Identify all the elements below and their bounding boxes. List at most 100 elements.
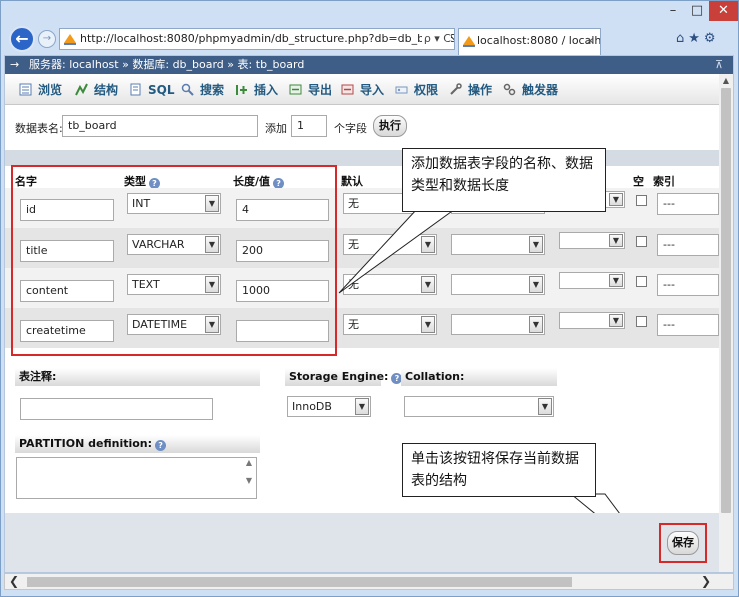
field-attributes-select[interactable]: ▼ [559,312,625,329]
breadcrumb-server[interactable]: localhost [69,58,118,71]
scroll-left-icon[interactable]: ❮ [9,574,19,589]
insert-icon [236,85,247,95]
field-collation-select[interactable]: ▼ [451,234,545,255]
menu-triggers[interactable]: 触发器 [503,82,558,98]
title-bar: – □ ✕ [1,1,738,23]
scroll-up-icon[interactable]: ▲ [719,74,733,88]
scroll-right-icon[interactable]: ❯ [701,574,711,589]
col-header-index: 索引 [653,175,675,188]
callout-pointer [338,208,457,294]
partition-label: PARTITION definition: [19,437,153,450]
tab-title: localhost:8080 / localhos... [477,34,601,47]
structure-icon [75,83,88,96]
tab-favicon [463,36,475,47]
vertical-scroll-thumb[interactable] [721,88,731,513]
menu-sql[interactable]: SQL [129,82,175,98]
breadcrumb: → 服务器: localhost » 数据库: db_board » 表: tb… [5,56,733,74]
save-button[interactable]: 保存 [667,531,699,555]
field-index-select[interactable]: --- [657,234,719,256]
chevron-down-icon: ▼ [529,316,543,333]
col-header-default: 默认 [341,175,363,188]
navigation-bar: ← → http://localhost:8080/phpmyadmin/db_… [1,23,738,55]
fields-unit-label: 个字段 [334,122,367,135]
table-comment-header: 表注释: [15,368,260,386]
close-window-button[interactable]: ✕ [709,1,738,21]
table-comment-input[interactable] [20,398,213,420]
menu-operations-label: 操作 [468,83,493,97]
field-index-select[interactable]: --- [657,193,719,215]
table-collation-select[interactable]: ▼ [404,396,554,417]
operations-icon [450,83,462,95]
home-favorites-settings-icons[interactable]: ⌂★⚙ [676,31,720,46]
url-text: http://localhost:8080/phpmyadmin/db_stru… [80,32,454,45]
address-bar[interactable]: http://localhost:8080/phpmyadmin/db_stru… [59,28,455,50]
create-table-form: 数据表名: tb_board 添加 1 个字段 执行 名字 类型? 长度/值? … [5,105,719,572]
menu-operations[interactable]: 操作 [449,82,492,98]
field-attributes-select[interactable]: ▼ [559,272,625,289]
menu-privileges-label: 权限 [414,83,439,97]
horizontal-scroll-thumb[interactable] [27,577,572,587]
form-footer [5,513,719,572]
chevron-down-icon: ▼ [609,234,623,247]
breadcrumb-table[interactable]: tb_board [256,58,305,71]
chevron-down-icon: ▼ [529,276,543,293]
menu-insert[interactable]: 插入 [235,82,278,98]
db-label: 数据库: [132,58,170,71]
server-label: 服务器: [29,58,66,71]
table-name-label: 数据表名: [15,122,63,135]
storage-engine-select[interactable]: InnoDB ▼ [287,396,371,417]
partition-definition-textarea[interactable]: ▲ ▼ [16,457,257,499]
field-index-select[interactable]: --- [657,274,719,296]
breadcrumb-db[interactable]: db_board [173,58,224,71]
field-collation-select[interactable]: ▼ [451,314,545,335]
horizontal-scrollbar[interactable]: ❮ ❯ [4,573,734,590]
breadcrumb-arrow-icon: → [10,58,20,71]
storage-engine-header: Storage Engine:? [285,368,403,386]
table-menu-bar: 浏览 结构 SQL 搜索 插入 导出 导入 权限 操作 触发器 [5,74,733,105]
menu-structure[interactable]: 结构 [75,82,118,98]
privileges-icon [395,86,408,94]
field-collation-select[interactable]: ▼ [451,274,545,295]
menu-structure-label: 结构 [94,83,119,97]
menu-import[interactable]: 导入 [341,82,384,98]
maximize-button[interactable]: □ [685,1,709,21]
partition-header: PARTITION definition:? [15,435,260,453]
breadcrumb-sep: » [122,58,129,71]
field-attributes-select[interactable]: ▼ [559,232,625,249]
field-null-checkbox[interactable] [636,195,647,206]
help-icon[interactable]: ? [155,440,167,451]
chevron-down-icon: ▼ [609,193,623,206]
browser-tab[interactable]: localhost:8080 / localhos... × [458,28,601,55]
field-default-select[interactable]: 无▼ [343,314,437,335]
address-bar-tools[interactable]: ρ ▾ C [421,29,451,49]
menu-export-label: 导出 [308,83,333,97]
chevron-down-icon: ▼ [609,274,623,287]
chevron-down-icon: ▼ [355,398,369,415]
field-null-checkbox[interactable] [636,276,647,287]
add-field-count-input[interactable]: 1 [291,115,327,137]
menu-privileges[interactable]: 权限 [395,82,438,98]
chevron-down-icon: ▼ [538,398,552,415]
collapse-icon[interactable]: ⊼ [715,56,723,74]
vertical-scrollbar[interactable]: ▲ [719,74,733,572]
triggers-icon [503,83,516,96]
field-null-checkbox[interactable] [636,316,647,327]
table-name-input[interactable]: tb_board [62,115,258,137]
field-default-value: 无 [348,318,359,331]
chevron-down-icon: ▼ [529,236,543,253]
storage-engine-label: Storage Engine: [289,370,389,383]
menu-export[interactable]: 导出 [289,82,332,98]
field-null-checkbox[interactable] [636,236,647,247]
minimize-button[interactable]: – [661,1,685,21]
collation-header: Collation: [401,368,557,386]
go-button[interactable]: 执行 [373,115,407,137]
tab-close-icon[interactable]: × [586,29,595,53]
menu-search-label: 搜索 [200,83,225,97]
textarea-scrollbar[interactable]: ▲ ▼ [242,458,256,498]
field-index-select[interactable]: --- [657,314,719,336]
menu-sql-label: SQL [148,83,175,97]
forward-button[interactable]: → [38,30,56,48]
menu-search[interactable]: 搜索 [181,82,224,98]
menu-browse[interactable]: 浏览 [19,82,62,98]
back-button[interactable]: ← [9,26,35,52]
